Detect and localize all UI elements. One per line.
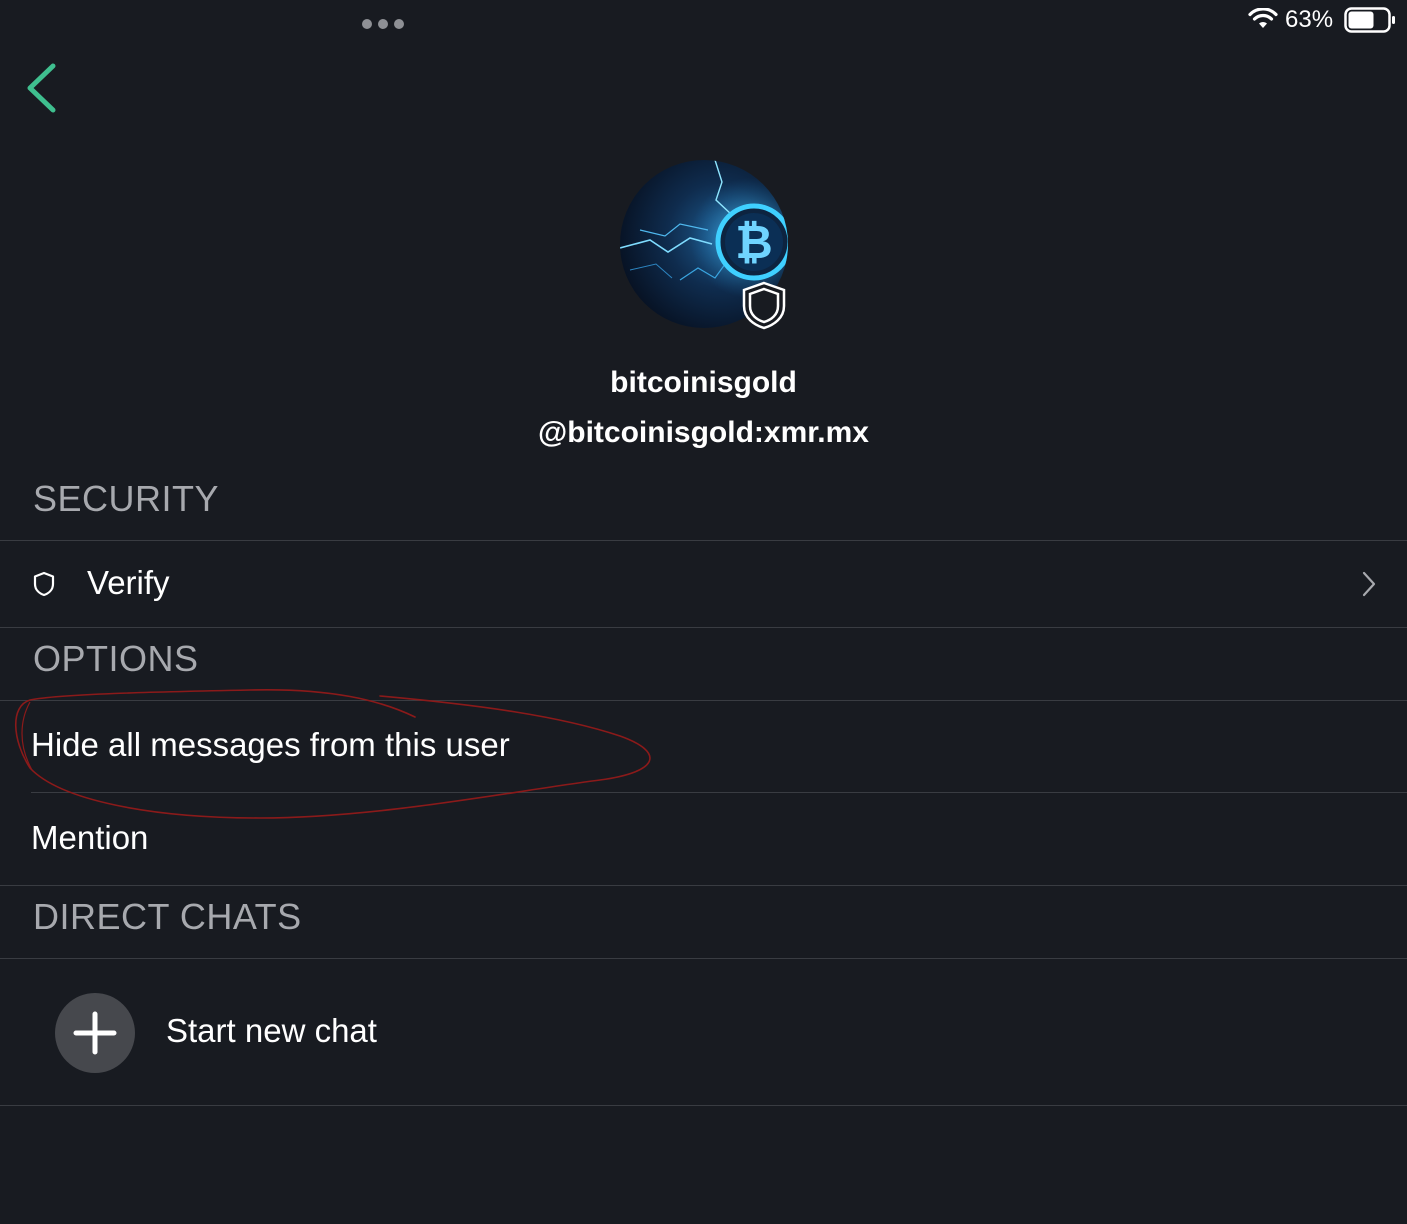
verify-label[interactable]: Verify — [87, 564, 170, 602]
wifi-icon — [1248, 8, 1278, 28]
display-name: bitcoinisgold — [610, 366, 797, 399]
multitasking-dots-icon[interactable] — [362, 19, 404, 31]
user-id: @bitcoinisgold:xmr.mx — [538, 416, 869, 449]
svg-text:₿: ₿ — [735, 215, 773, 269]
battery-icon — [1344, 7, 1395, 33]
battery-percentage: 63% — [1285, 6, 1334, 33]
divider — [0, 885, 1407, 886]
section-header-security: SECURITY — [33, 478, 220, 519]
start-new-chat-label[interactable]: Start new chat — [166, 1012, 377, 1050]
section-header-options: OPTIONS — [33, 638, 199, 679]
divider — [0, 1105, 1407, 1106]
chevron-left-icon[interactable] — [22, 60, 64, 116]
shield-icon — [33, 571, 55, 597]
section-header-direct-chats: DIRECT CHATS — [33, 896, 302, 937]
mention-row[interactable] — [0, 793, 1407, 885]
plus-circle-icon[interactable] — [55, 993, 135, 1073]
verify-row[interactable] — [0, 541, 1407, 627]
mention-label[interactable]: Mention — [31, 819, 148, 857]
hide-messages-label[interactable]: Hide all messages from this user — [31, 726, 510, 764]
shield-icon — [742, 281, 786, 330]
status-bar: 63% — [0, 0, 1407, 44]
divider — [0, 627, 1407, 628]
chevron-right-icon — [1362, 571, 1376, 597]
